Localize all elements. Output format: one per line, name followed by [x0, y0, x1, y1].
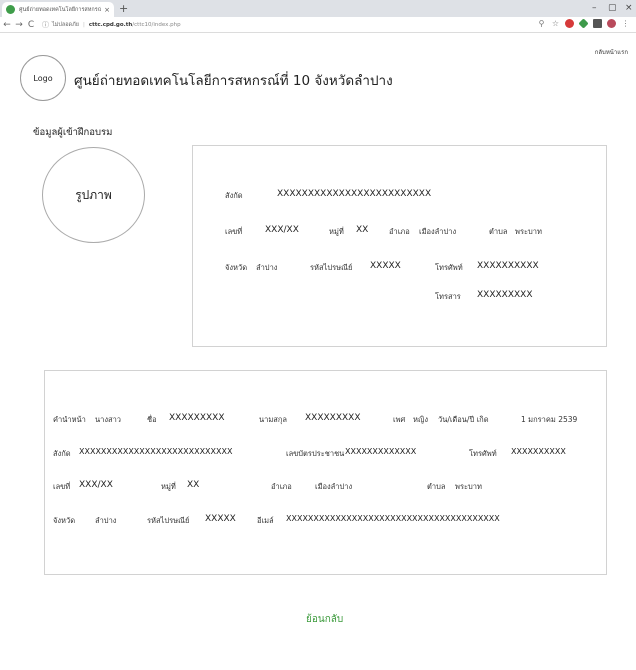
extension-icon[interactable]: [593, 19, 602, 28]
zoom-icon[interactable]: ⚲: [537, 19, 546, 28]
address-bar[interactable]: ⓘ ไม่ปลอดภัย | cttc.cpd.go.th /cttc10/in…: [42, 20, 482, 30]
gender-label: เพศ: [393, 415, 406, 424]
house-no-label: เลขที่: [53, 482, 71, 491]
profile-avatar-icon[interactable]: [607, 19, 616, 28]
phone-label: โทรศัพท์: [435, 263, 463, 272]
logo: Logo: [20, 55, 66, 101]
subdistrict-label: ตำบล: [427, 482, 446, 491]
province-label: จังหวัด: [53, 516, 76, 525]
house-no-value: XXX/XX: [79, 480, 113, 490]
tab-close-icon[interactable]: ×: [104, 6, 110, 14]
affiliation-label: สังกัด: [225, 191, 243, 200]
province-label: จังหวัด: [225, 263, 248, 272]
extension-icon[interactable]: [565, 19, 574, 28]
security-label: ไม่ปลอดภัย: [52, 21, 79, 28]
postcode-value: XXXXX: [370, 261, 401, 271]
id-card-value: XXXXXXXXXXXXX: [345, 447, 417, 456]
subdistrict-label: ตำบล: [489, 227, 508, 236]
affiliation-label: สังกัด: [53, 449, 71, 458]
photo-label: รูปภาพ: [75, 187, 112, 202]
organization-info-card: สังกัด XXXXXXXXXXXXXXXXXXXXXXXXX เลขที่ …: [192, 145, 607, 347]
back-link[interactable]: ย้อนกลับ: [306, 612, 343, 627]
menu-icon[interactable]: ⋮: [621, 19, 630, 28]
fax-label: โทรสาร: [435, 292, 461, 301]
postcode-value: XXXXX: [205, 514, 236, 524]
last-name-value: XXXXXXXXX: [305, 413, 361, 423]
phone-label: โทรศัพท์: [469, 449, 497, 458]
affiliation-value: XXXXXXXXXXXXXXXXXXXXXXXXX: [277, 189, 432, 199]
url-host: cttc.cpd.go.th: [88, 21, 133, 28]
district-value: เมืองลำปาง: [315, 482, 353, 491]
province-value: ลำปาง: [256, 263, 278, 272]
dob-label: วัน/เดือน/ปี เกิด: [438, 415, 489, 424]
page-content: กลับหน้าแรก Logo ศูนย์ถ่ายทอดเทคโนโลยีกา…: [0, 33, 636, 670]
new-tab-button[interactable]: +: [119, 2, 128, 15]
bookmark-star-icon[interactable]: ☆: [551, 19, 560, 28]
profile-photo-placeholder: รูปภาพ: [42, 147, 145, 243]
extension-icon[interactable]: [578, 18, 589, 29]
prefix-label: คำนำหน้า: [53, 415, 86, 424]
logo-text: Logo: [33, 73, 53, 83]
first-name-value: XXXXXXXXX: [169, 413, 225, 423]
first-name-label: ชื่อ: [147, 415, 157, 424]
affiliation-value: XXXXXXXXXXXXXXXXXXXXXXXXXXXX: [79, 447, 233, 456]
subdistrict-value: พระบาท: [455, 482, 482, 491]
maximize-icon[interactable]: ▢: [608, 1, 617, 15]
reload-icon[interactable]: C: [26, 17, 36, 33]
district-label: อำเภอ: [271, 482, 292, 491]
minimize-icon[interactable]: –: [592, 1, 597, 15]
district-label: อำเภอ: [389, 227, 410, 236]
moo-value: XX: [356, 225, 369, 235]
moo-value: XX: [187, 480, 200, 490]
prefix-value: นางสาว: [95, 415, 122, 424]
url-path: /cttc10/index.php: [132, 21, 181, 28]
info-icon[interactable]: ⓘ: [42, 20, 49, 30]
site-favicon-icon: [6, 5, 15, 14]
site-title: ศูนย์ถ่ายทอดเทคโนโลยีการสหกรณ์ที่ 10 จัง…: [74, 73, 393, 89]
back-arrow-icon[interactable]: ←: [2, 17, 12, 33]
phone-value: XXXXXXXXXX: [477, 261, 539, 271]
browser-tab[interactable]: ศูนย์ถ่ายทอดเทคโนโลยีการสหกรณ์ที่ 1 ×: [2, 2, 114, 17]
subdistrict-value: พระบาท: [515, 227, 542, 236]
email-value: XXXXXXXXXXXXXXXXXXXXXXXXXXXXXXXXXXXXXXX: [286, 514, 500, 523]
house-no-value: XXX/XX: [265, 225, 299, 235]
home-link[interactable]: กลับหน้าแรก: [595, 47, 628, 57]
id-card-label: เลขบัตรประชาชน: [286, 449, 345, 458]
section-title: ข้อมูลผู้เข้าฝึกอบรม: [33, 127, 113, 138]
browser-tab-bar: ศูนย์ถ่ายทอดเทคโนโลยีการสหกรณ์ที่ 1 × + …: [0, 0, 636, 17]
gender-value: หญิง: [413, 415, 428, 424]
moo-label: หมู่ที่: [329, 227, 344, 236]
house-no-label: เลขที่: [225, 227, 243, 236]
email-label: อีเมล์: [257, 516, 274, 525]
dob-value: 1 มกราคม 2539: [521, 415, 578, 424]
trainee-info-card: คำนำหน้า นางสาว ชื่อ XXXXXXXXX นามสกุล X…: [44, 370, 607, 575]
phone-value: XXXXXXXXXX: [511, 447, 566, 456]
postcode-label: รหัสไปรษณีย์: [147, 516, 190, 525]
moo-label: หมู่ที่: [161, 482, 176, 491]
forward-arrow-icon[interactable]: →: [14, 17, 24, 33]
close-window-icon[interactable]: ×: [625, 1, 633, 15]
last-name-label: นามสกุล: [259, 415, 287, 424]
postcode-label: รหัสไปรษณีย์: [310, 263, 353, 272]
tab-title: ศูนย์ถ่ายทอดเทคโนโลยีการสหกรณ์ที่ 1: [19, 6, 102, 13]
toolbar-icons: ⚲ ☆ ⋮: [537, 18, 630, 29]
district-value: เมืองลำปาง: [419, 227, 457, 236]
province-value: ลำปาง: [95, 516, 117, 525]
fax-value: XXXXXXXXX: [477, 290, 533, 300]
